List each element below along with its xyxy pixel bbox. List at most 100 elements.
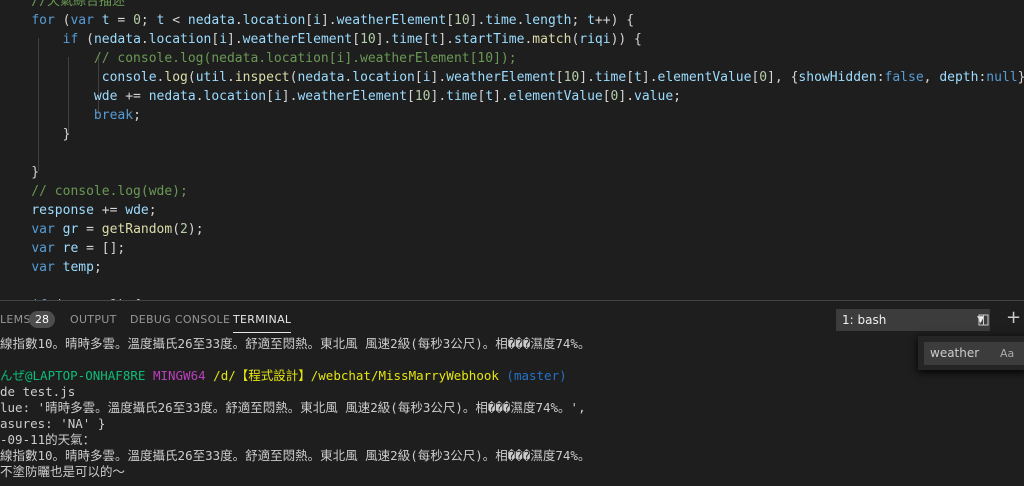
code-token: }: [0, 165, 40, 180]
terminal-line: 不塗防曬也是可以的～: [0, 464, 125, 480]
code-token: (: [187, 70, 196, 85]
code-token: ].: [320, 13, 337, 28]
terminal-text: asures: 'NA' }: [0, 416, 106, 431]
tab-output[interactable]: OUTPUT: [70, 313, 117, 327]
code-token: = [];: [78, 241, 126, 256]
code-token: weatherElement: [242, 32, 353, 47]
code-line: break;: [0, 106, 141, 125]
code-line: wde += nedata.location[i].weatherElement…: [0, 87, 681, 106]
code-token: value: [634, 89, 674, 104]
code-token: console: [101, 70, 157, 85]
terminal-select[interactable]: 1: bash ▼: [836, 309, 990, 331]
terminal-line: んぜ@LAPTOP-ONHAF8RE MINGW64 /d/【程式設計】/web…: [0, 368, 567, 384]
code-token: var: [31, 222, 55, 237]
code-line: var temp;: [0, 258, 101, 277]
code-token: match: [532, 32, 572, 47]
tab-debug-console[interactable]: DEBUG CONSOLE: [130, 313, 230, 327]
code-token: nedata: [187, 13, 235, 28]
code-token: null: [986, 70, 1018, 85]
code-token: ;: [140, 13, 157, 28]
code-token: log: [164, 70, 188, 85]
code-token: startTime: [454, 32, 525, 47]
code-token: ].: [618, 89, 635, 104]
code-token: ].: [438, 32, 455, 47]
terminal-text: /d/【程式設計】/webchat/MissMarryWebhook: [213, 368, 499, 383]
code-token: t: [634, 70, 642, 85]
terminal-find-widget: weather Aa: [918, 336, 1024, 370]
code-token: for: [31, 13, 55, 28]
code-token: break: [93, 108, 134, 123]
code-token: //天氣綜合描述: [0, 0, 125, 9]
code-token: weatherElement: [297, 89, 408, 104]
code-token: location: [203, 89, 267, 104]
terminal-text: de test.js: [0, 384, 76, 399]
code-token: ].: [430, 89, 447, 104]
terminal-text: 不塗防曬也是可以的～: [0, 464, 126, 479]
code-token: t: [485, 89, 494, 104]
code-token: [: [407, 89, 415, 104]
code-token: // console.log(wde);: [0, 184, 188, 199]
code-token: [: [626, 70, 635, 85]
code-token: (: [54, 13, 71, 28]
code-token: t: [101, 13, 110, 28]
code-token: [: [446, 13, 455, 28]
code-token: +=: [117, 89, 149, 104]
code-token: wde: [125, 203, 149, 218]
terminal-select-value: 1: bash: [842, 313, 887, 327]
code-token: [: [266, 89, 274, 104]
code-token: ;: [571, 13, 588, 28]
code-token: ].: [469, 13, 486, 28]
code-line: console.log(util.inspect(nedata.location…: [0, 68, 1024, 87]
code-token: ++) {: [594, 13, 635, 28]
code-token: :: [876, 70, 885, 85]
code-token: ;: [133, 108, 141, 123]
code-token: (: [78, 32, 94, 47]
split-icon: [978, 314, 989, 326]
code-token: ].: [493, 89, 509, 104]
code-token: [: [414, 70, 423, 85]
code-token: [: [352, 32, 361, 47]
code-token: 0: [133, 13, 141, 28]
code-editor[interactable]: //天氣綜合描述 for (var t = 0; t < nedata.loca…: [0, 0, 1024, 300]
code-token: location: [148, 32, 212, 47]
code-token: var: [31, 241, 55, 256]
terminal-split-button[interactable]: [976, 309, 990, 331]
code-token: )) {: [610, 32, 642, 47]
code-token: weatherElement: [336, 13, 447, 28]
tab-terminal[interactable]: TERMINAL: [233, 313, 292, 333]
terminal-text: -09-11的天氣：: [0, 432, 96, 447]
code-token: (: [172, 222, 181, 237]
terminal-text: んぜ@LAPTOP-ONHAF8RE: [0, 368, 146, 383]
code-token: ;: [148, 203, 157, 218]
tab-problems[interactable]: LEMS: [0, 313, 31, 327]
match-case-toggle[interactable]: Aa: [1000, 342, 1014, 365]
code-token: riqi: [579, 32, 611, 47]
code-token: depth: [939, 70, 979, 85]
code-token: location: [352, 70, 415, 85]
code-token: i: [422, 70, 431, 85]
code-token: var: [70, 13, 94, 28]
code-token: +=: [93, 203, 126, 218]
code-token: nedata: [297, 70, 345, 85]
code-token: ].: [641, 70, 658, 85]
code-token: elementValue: [508, 89, 603, 104]
code-line: //天氣綜合描述: [0, 0, 125, 11]
code-token: time: [446, 89, 478, 104]
code-token: weatherElement: [446, 70, 556, 85]
code-token: 10: [563, 70, 580, 85]
code-line: if (nedata.location[i].weatherElement[10…: [0, 30, 642, 49]
code-token: ].: [430, 70, 447, 85]
code-token: ].: [579, 70, 595, 85]
code-token: 10: [360, 32, 376, 47]
terminal-line: 線指數10。晴時多雲。溫度攝氏26至33度。舒適至悶熱。東北風 風速2級(每秒3…: [0, 336, 590, 352]
code-token: [: [602, 89, 611, 104]
code-token: util: [195, 70, 227, 85]
new-terminal-button[interactable]: +: [1006, 307, 1021, 329]
code-token: nedata: [148, 89, 196, 104]
